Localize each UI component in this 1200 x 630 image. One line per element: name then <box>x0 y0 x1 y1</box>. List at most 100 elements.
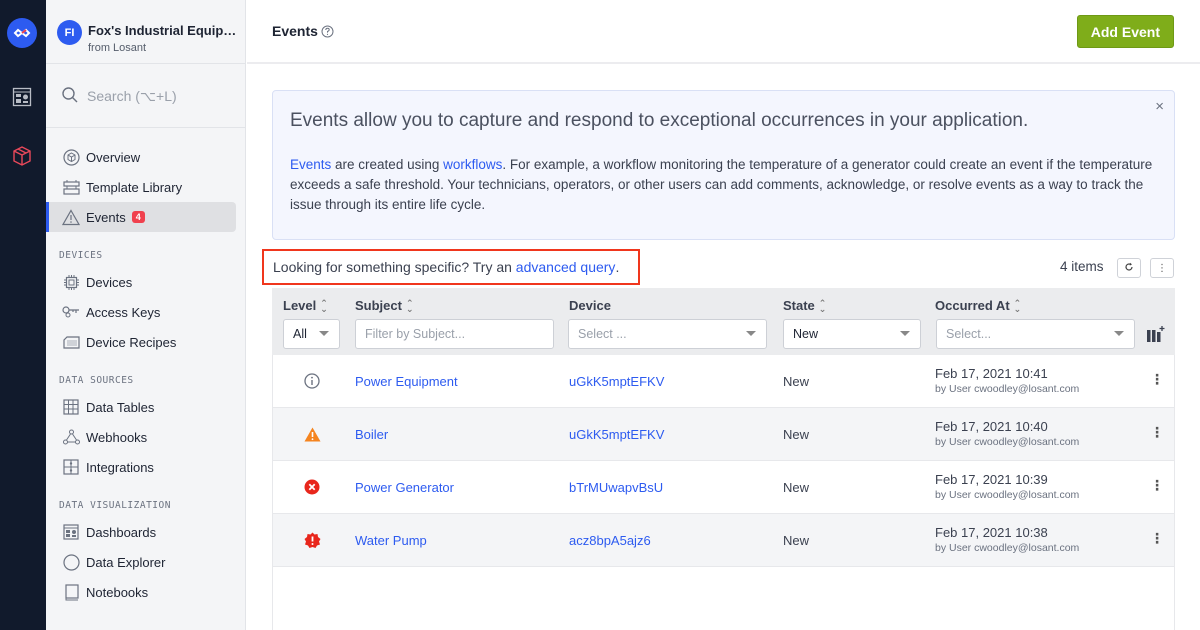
dashboard-rail-icon[interactable] <box>11 86 33 108</box>
sidebar-item-label: Events <box>86 209 126 225</box>
advanced-query-link[interactable]: advanced query <box>516 259 616 275</box>
recipe-icon <box>62 333 80 351</box>
application-cube-icon[interactable] <box>11 145 33 167</box>
sidebar-item-overview[interactable]: Overview <box>46 142 236 172</box>
event-device-link[interactable]: bTrMUwapvBsU <box>569 480 663 495</box>
event-subject-link[interactable]: Power Generator <box>355 480 454 495</box>
query-prompt-text: Looking for something specific? Try an <box>273 259 516 275</box>
sidebar-item-integrations[interactable]: Integrations <box>46 452 236 482</box>
event-creator: by User cwoodley@losant.com <box>935 542 1080 554</box>
list-options-button[interactable]: ⋮ <box>1150 258 1174 278</box>
app-rail <box>0 0 46 630</box>
application-header[interactable]: FI Fox's Industrial Equipm... from Losan… <box>46 0 245 64</box>
caret-down-icon <box>319 331 329 336</box>
sidebar-item-label: Data Explorer <box>86 554 166 570</box>
column-header-device: Device <box>569 298 611 313</box>
event-device-link[interactable]: acz8bpA5ajz6 <box>569 533 651 548</box>
sidebar-item-devices[interactable]: Devices <box>46 267 236 297</box>
sidebar-item-label: Access Keys <box>86 304 161 320</box>
level-filter-select[interactable]: All <box>283 319 340 349</box>
sidebar-item-webhooks[interactable]: Webhooks <box>46 422 236 452</box>
sidebar-item-data-explorer[interactable]: Data Explorer <box>46 547 236 577</box>
event-creator: by User cwoodley@losant.com <box>935 383 1080 395</box>
column-header-level[interactable]: Level ⌃ ⌄ <box>283 298 328 313</box>
event-state: New <box>783 533 810 548</box>
event-state: New <box>783 480 810 495</box>
kebab-menu-icon: ⋮ <box>1157 262 1167 274</box>
refresh-icon <box>1124 262 1134 275</box>
sort-icon: ⌃ ⌄ <box>818 297 827 314</box>
event-subject-link[interactable]: Water Pump <box>355 533 427 548</box>
column-label: Level <box>283 298 317 313</box>
row-actions-icon[interactable]: ⋮ <box>1150 530 1164 547</box>
table-row[interactable]: Boiler uGkK5mptEFKV New Feb 17, 2021 10:… <box>272 408 1175 461</box>
table-border <box>272 355 273 630</box>
warning-triangle-icon <box>62 208 80 226</box>
add-event-button[interactable]: Add Event <box>1076 15 1174 48</box>
sidebar-item-label: Data Tables <box>86 399 155 415</box>
search-input[interactable]: Search (⌥+L) <box>87 88 177 105</box>
info-banner-body: Events are created using workflows. For … <box>290 155 1160 215</box>
event-device-link[interactable]: uGkK5mptEFKV <box>569 374 664 389</box>
items-count: 4 items <box>1060 259 1104 274</box>
caret-down-icon <box>1114 331 1124 336</box>
row-actions-icon[interactable]: ⋮ <box>1150 424 1164 441</box>
refresh-button[interactable] <box>1117 258 1141 278</box>
integrations-icon <box>62 458 80 476</box>
sidebar-item-label: Webhooks <box>86 429 148 445</box>
event-subject-link[interactable]: Boiler <box>355 427 388 442</box>
critical-level-icon <box>303 531 321 549</box>
sidebar-item-label: Notebooks <box>86 584 149 600</box>
device-filter-select[interactable]: Select ... <box>568 319 767 349</box>
section-title-devices: DEVICES <box>59 250 103 261</box>
advanced-query-prompt: Looking for something specific? Try an a… <box>262 249 640 285</box>
close-icon[interactable]: × <box>1155 98 1164 115</box>
event-date: Feb 17, 2021 10:41 <box>935 366 1048 381</box>
event-occurred-at: Feb 17, 2021 10:38 by User cwoodley@losan… <box>935 525 1079 554</box>
error-level-icon <box>303 478 321 496</box>
event-creator: by User cwoodley@losant.com <box>935 489 1080 501</box>
column-header-state[interactable]: State ⌃ ⌄ <box>783 298 826 313</box>
sidebar-item-device-recipes[interactable]: Device Recipes <box>46 327 236 357</box>
events-docs-link[interactable]: Events <box>290 157 331 172</box>
column-header-occurred-at[interactable]: Occurred At ⌃ ⌄ <box>935 298 1021 313</box>
help-icon[interactable] <box>321 25 334 41</box>
losant-logo-icon[interactable] <box>7 18 37 48</box>
level-filter-value: All <box>293 327 307 341</box>
application-name[interactable]: Fox's Industrial Equipm... <box>88 23 243 38</box>
workflows-docs-link[interactable]: workflows <box>443 157 502 172</box>
application-subtitle: from Losant <box>88 42 147 54</box>
state-filter-select[interactable]: New <box>783 319 921 349</box>
row-actions-icon[interactable]: ⋮ <box>1150 371 1164 388</box>
section-title-data-visualization: DATA VISUALIZATION <box>59 500 171 511</box>
sidebar-item-data-tables[interactable]: Data Tables <box>46 392 236 422</box>
sidebar-nav: Overview Template Library Events 4 DEVIC… <box>46 128 245 607</box>
table-icon <box>62 398 80 416</box>
event-device-link[interactable]: uGkK5mptEFKV <box>569 427 664 442</box>
events-table: Level ⌃ ⌄ Subject ⌃ ⌄ Device State ⌃ ⌄ Occurre… <box>272 288 1175 567</box>
table-border <box>1174 355 1175 630</box>
column-settings-icon[interactable] <box>1147 326 1165 345</box>
table-row[interactable]: Power Generator bTrMUwapvBsU New Feb 17,… <box>272 461 1175 514</box>
sidebar-item-template-library[interactable]: Template Library <box>46 172 236 202</box>
column-header-subject[interactable]: Subject ⌃ ⌄ <box>355 298 414 313</box>
sidebar-item-access-keys[interactable]: Access Keys <box>46 297 236 327</box>
subject-filter-input[interactable]: Filter by Subject... <box>355 319 554 349</box>
event-date: Feb 17, 2021 10:38 <box>935 525 1048 540</box>
sidebar-item-notebooks[interactable]: Notebooks <box>46 577 236 607</box>
info-level-icon <box>303 372 321 390</box>
event-date: Feb 17, 2021 10:40 <box>935 419 1048 434</box>
dashboard-icon <box>62 523 80 541</box>
sidebar-item-dashboards[interactable]: Dashboards <box>46 517 236 547</box>
info-banner-title: Events allow you to capture and respond … <box>290 110 1029 131</box>
occurred-at-filter-select[interactable]: Select... <box>936 319 1135 349</box>
warning-level-icon <box>303 425 321 443</box>
sidebar-item-events[interactable]: Events 4 <box>46 202 236 232</box>
search-field[interactable]: Search (⌥+L) <box>46 64 245 128</box>
table-row[interactable]: Power Equipment uGkK5mptEFKV New Feb 17,… <box>272 355 1175 408</box>
sidebar-item-label: Dashboards <box>86 524 157 540</box>
table-row[interactable]: Water Pump acz8bpA5ajz6 New Feb 17, 2021… <box>272 514 1175 567</box>
event-subject-link[interactable]: Power Equipment <box>355 374 458 389</box>
column-label: Subject <box>355 298 402 313</box>
row-actions-icon[interactable]: ⋮ <box>1150 477 1164 494</box>
